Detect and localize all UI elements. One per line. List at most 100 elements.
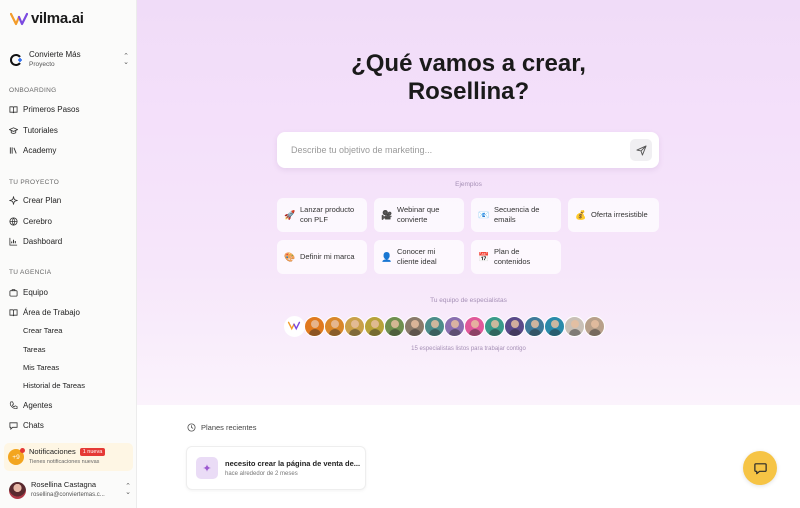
example-label: Plan de contenidos bbox=[494, 247, 531, 266]
rocket-icon: 🚀 bbox=[284, 210, 296, 220]
sparkle-icon bbox=[9, 195, 18, 205]
team-avatars bbox=[284, 316, 605, 337]
graduation-cap-icon bbox=[9, 126, 18, 134]
chart-icon bbox=[9, 237, 18, 246]
new-badge: 1 nueva bbox=[79, 448, 106, 456]
sidebar-item-academy[interactable]: Academy bbox=[9, 142, 129, 158]
sidebar-item-label: Academy bbox=[23, 145, 57, 155]
sidebar-item-label: Agentes bbox=[23, 400, 53, 410]
sidebar: vilma.ai Convierte Más Proyecto ⌃ ⌄ ONBOA… bbox=[0, 0, 137, 508]
user-menu[interactable]: Rosellina Castagna rosellina@conviertema… bbox=[9, 480, 131, 500]
specialist-avatar[interactable] bbox=[524, 316, 545, 337]
specialist-avatar[interactable] bbox=[304, 316, 325, 337]
sidebar-item-agentes[interactable]: Agentes bbox=[9, 397, 129, 413]
recent-plans-heading: Planes recientes bbox=[187, 423, 256, 432]
example-label: Oferta irresistible bbox=[591, 210, 648, 219]
brand-name: vilma.ai bbox=[31, 10, 84, 27]
example-chip-oferta[interactable]: 💰 Oferta irresistible bbox=[568, 198, 659, 232]
sidebar-item-crear-plan[interactable]: Crear Plan bbox=[9, 192, 129, 208]
notifications-subtitle: Tienes notificaciones nuevas bbox=[29, 459, 100, 465]
sidebar-item-equipo[interactable]: Equipo bbox=[9, 284, 129, 300]
specialist-avatar[interactable] bbox=[584, 316, 605, 337]
example-chip-contenidos[interactable]: 📅 Plan de contenidos bbox=[471, 240, 561, 274]
recent-plan-title: necesito crear la página de venta de... bbox=[225, 459, 361, 468]
recent-plans-title: Planes recientes bbox=[201, 423, 257, 432]
sidebar-subitem-mis-tareas[interactable]: Mis Tareas bbox=[23, 363, 59, 372]
sidebar-item-primeros-pasos[interactable]: Primeros Pasos bbox=[9, 101, 129, 117]
globe-icon bbox=[9, 216, 18, 226]
specialist-avatar[interactable] bbox=[564, 316, 585, 337]
example-label: Webinar que convierte bbox=[397, 205, 440, 224]
sidebar-item-tutoriales[interactable]: Tutoriales bbox=[9, 122, 129, 138]
goal-input[interactable] bbox=[291, 145, 630, 155]
project-type: Proyecto bbox=[29, 61, 55, 68]
project-icon bbox=[10, 54, 22, 66]
example-label: Conocer mi cliente ideal bbox=[397, 247, 437, 266]
send-button[interactable] bbox=[630, 139, 652, 161]
specialist-avatar[interactable] bbox=[364, 316, 385, 337]
notifications-panel[interactable]: +9 Notificaciones 1 nueva Tienes notific… bbox=[4, 443, 133, 471]
project-switcher[interactable]: Convierte Más Proyecto ⌃ ⌄ bbox=[9, 50, 129, 70]
sidebar-item-cerebro[interactable]: Cerebro bbox=[9, 213, 129, 229]
vilma-avatar[interactable] bbox=[284, 316, 305, 337]
example-chip-webinar[interactable]: 🎥 Webinar que convierte bbox=[374, 198, 464, 232]
sidebar-subitem-tareas[interactable]: Tareas bbox=[23, 345, 46, 354]
sidebar-subitem-historial[interactable]: Historial de Tareas bbox=[23, 381, 85, 390]
example-label: Secuencia de emails bbox=[494, 205, 540, 224]
notifications-title: Notificaciones bbox=[29, 447, 76, 456]
sidebar-item-label: Dashboard bbox=[23, 236, 63, 246]
user-icon: 👤 bbox=[381, 252, 393, 262]
sidebar-item-area-de-trabajo[interactable]: Área de Trabajo bbox=[9, 304, 129, 320]
specialist-avatar[interactable] bbox=[444, 316, 465, 337]
specialist-avatar[interactable] bbox=[484, 316, 505, 337]
sidebar-subitem-crear-tarea[interactable]: Crear Tarea bbox=[23, 326, 62, 335]
title-line-2: Rosellina? bbox=[407, 78, 530, 105]
book-icon bbox=[9, 308, 18, 316]
notification-count-icon: +9 bbox=[8, 448, 25, 465]
sidebar-item-label: Equipo bbox=[23, 287, 48, 297]
chevron-updown-icon: ⌃ ⌄ bbox=[123, 53, 129, 66]
page-title: ¿Qué vamos a crear, Rosellina? bbox=[137, 50, 800, 106]
sidebar-item-dashboard[interactable]: Dashboard bbox=[9, 233, 129, 249]
video-camera-icon: 🎥 bbox=[381, 210, 393, 220]
team-label: Tu equipo de especialistas bbox=[430, 297, 507, 304]
example-chip-lanzar[interactable]: 🚀 Lanzar producto con PLF bbox=[277, 198, 367, 232]
vilma-logo-icon bbox=[10, 12, 28, 25]
brand-logo[interactable]: vilma.ai bbox=[10, 10, 84, 27]
sidebar-item-label: Área de Trabajo bbox=[23, 307, 80, 317]
example-chip-cliente[interactable]: 👤 Conocer mi cliente ideal bbox=[374, 240, 464, 274]
recent-plan-card[interactable]: ✦ necesito crear la página de venta de..… bbox=[186, 446, 366, 490]
team-subtitle: 15 especialistas listos para trabajar co… bbox=[411, 346, 526, 352]
example-chip-marca[interactable]: 🎨 Definir mi marca bbox=[277, 240, 367, 274]
avatar bbox=[9, 481, 26, 499]
specialist-avatar[interactable] bbox=[384, 316, 405, 337]
specialist-avatar[interactable] bbox=[324, 316, 345, 337]
specialist-avatar[interactable] bbox=[344, 316, 365, 337]
notification-dot bbox=[20, 448, 25, 453]
main-content: ¿Qué vamos a crear, Rosellina? Ejemplos … bbox=[137, 0, 800, 508]
goal-search-box bbox=[277, 132, 659, 168]
book-open-icon bbox=[9, 105, 18, 113]
project-name: Convierte Más bbox=[29, 50, 81, 59]
specialist-avatar[interactable] bbox=[404, 316, 425, 337]
chat-bubble-icon bbox=[753, 462, 767, 474]
chat-icon bbox=[9, 421, 18, 430]
sidebar-item-label: Chats bbox=[23, 420, 44, 430]
clock-icon bbox=[187, 423, 196, 432]
title-line-1: ¿Qué vamos a crear, bbox=[351, 50, 586, 77]
sparkle-icon: ✦ bbox=[196, 457, 218, 479]
calendar-icon: 📅 bbox=[478, 252, 490, 262]
specialist-avatar[interactable] bbox=[464, 316, 485, 337]
help-chat-button[interactable] bbox=[743, 451, 777, 485]
specialist-avatar[interactable] bbox=[544, 316, 565, 337]
specialist-avatar[interactable] bbox=[504, 316, 525, 337]
library-icon bbox=[9, 146, 17, 154]
user-email: rosellina@conviertemas.c... bbox=[31, 492, 105, 498]
example-chip-emails[interactable]: 📧 Secuencia de emails bbox=[471, 198, 561, 232]
sidebar-item-label: Primeros Pasos bbox=[23, 104, 80, 114]
sidebar-item-label: Crear Plan bbox=[23, 195, 62, 205]
sidebar-item-label: Tutoriales bbox=[23, 125, 58, 135]
specialist-avatar[interactable] bbox=[424, 316, 445, 337]
sidebar-item-chats[interactable]: Chats bbox=[9, 417, 129, 433]
example-label: Lanzar producto con PLF bbox=[300, 205, 355, 224]
